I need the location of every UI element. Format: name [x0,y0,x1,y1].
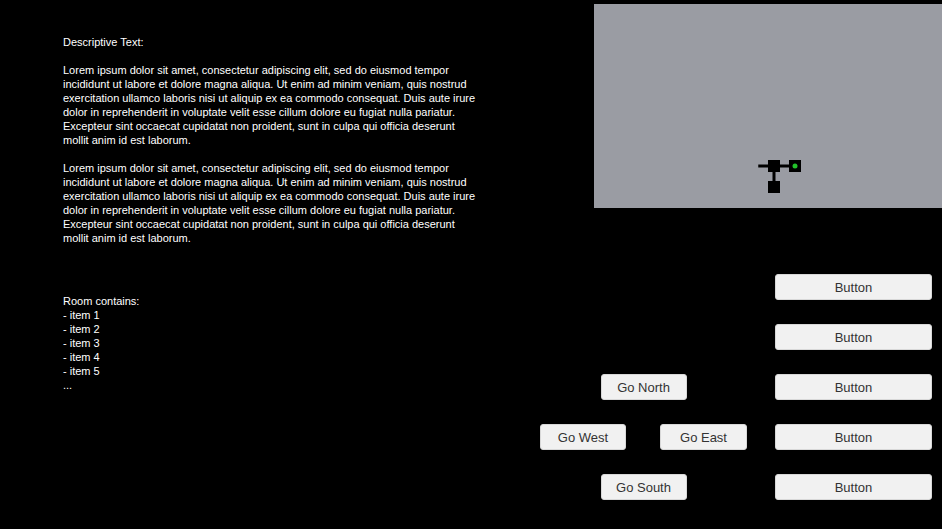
inventory-item: ... [63,378,490,392]
map-room [768,181,780,193]
go-north-button[interactable]: Go North [601,374,687,400]
description-paragraph: Lorem ipsum dolor sit amet, consectetur … [63,161,481,245]
control-column: Go North Go West Go East Go South Button Butt… [490,0,942,529]
inventory-item: - item 4 [63,350,490,364]
text-column: Descriptive Text: Lorem ipsum dolor sit a… [0,0,490,529]
action-button[interactable]: Button [775,474,932,500]
player-marker-icon [793,164,798,169]
room-square-icon [789,160,801,172]
action-button[interactable]: Button [775,274,932,300]
inventory-item: - item 5 [63,364,490,378]
action-button[interactable]: Button [775,374,932,400]
inventory-item: - item 2 [63,322,490,336]
go-east-button[interactable]: Go East [660,424,747,450]
action-button[interactable]: Button [775,424,932,450]
map-room [768,160,780,172]
action-button[interactable]: Button [775,324,932,350]
inventory-item: - item 3 [63,336,490,350]
room-inventory: Room contains:- item 1- item 2- item 3- … [63,294,490,392]
game-screen: Descriptive Text: Lorem ipsum dolor sit a… [0,0,942,529]
description-header: Descriptive Text: [63,35,490,49]
map-room [789,160,801,172]
room-square-icon [768,160,780,172]
map-canvas [594,4,942,208]
description-paragraph: Lorem ipsum dolor sit amet, consectetur … [63,63,481,147]
map-panel [594,4,942,208]
room-square-icon [768,181,780,193]
go-west-button[interactable]: Go West [540,424,626,450]
inventory-label: Room contains: [63,294,490,308]
go-south-button[interactable]: Go South [601,474,687,500]
inventory-item: - item 1 [63,308,490,322]
controls: Go North Go West Go East Go South Button Butt… [540,274,942,500]
